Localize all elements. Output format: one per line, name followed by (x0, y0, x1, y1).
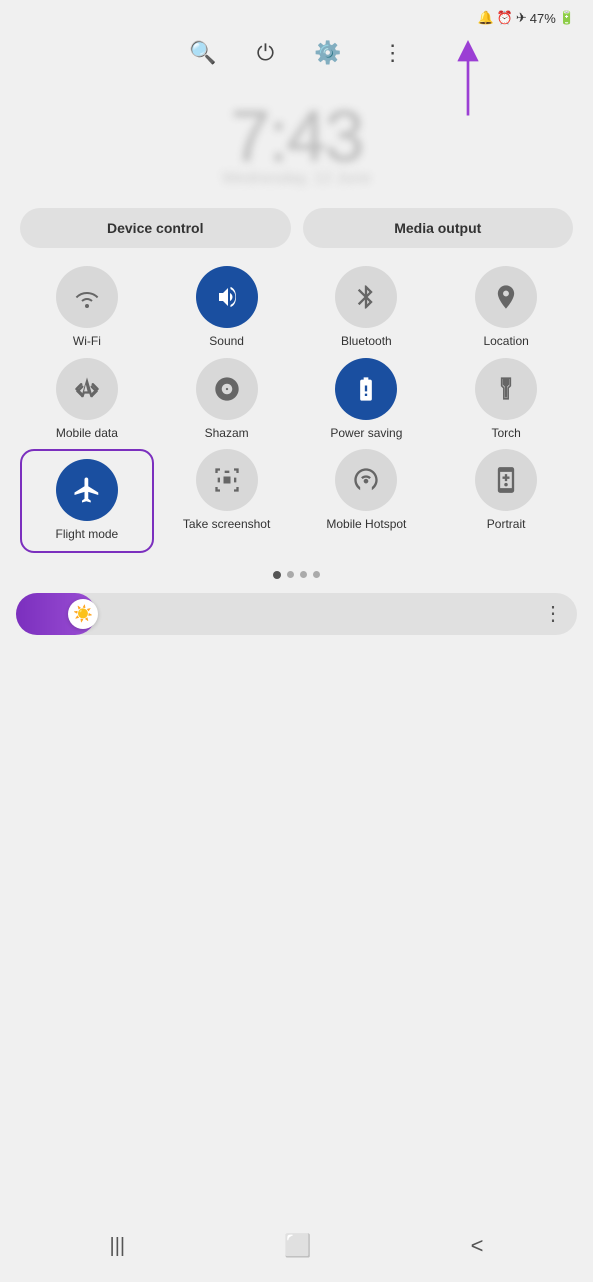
flightmode-label: Flight mode (56, 527, 119, 543)
tile-hotspot[interactable]: Mobile Hotspot (300, 449, 434, 553)
wifi-label: Wi-Fi (73, 334, 101, 350)
shazam-label: Shazam (205, 426, 249, 442)
brightness-menu-icon[interactable]: ⋮ (543, 601, 563, 626)
tile-wifi[interactable]: Wi-Fi (20, 266, 154, 350)
sound-label: Sound (209, 334, 244, 350)
recent-apps-button[interactable]: ||| (110, 1235, 126, 1258)
clock-icon: ⏰ (497, 10, 513, 26)
torch-icon (475, 358, 537, 420)
status-bar: 🔔 ⏰ ✈ 47% 🔋 (0, 0, 593, 26)
media-output-button[interactable]: Media output (303, 208, 574, 248)
screenshot-icon (196, 449, 258, 511)
portrait-icon (475, 449, 537, 511)
airplane-icon: ✈ (516, 10, 527, 26)
mobiledata-label: Mobile data (56, 426, 118, 442)
clock-time: 7:43 (0, 96, 593, 178)
location-icon (475, 266, 537, 328)
tiles-grid: Wi-Fi Sound Bluetooth (16, 266, 577, 553)
shazam-icon (196, 358, 258, 420)
dot-4 (313, 571, 320, 578)
nav-bar: ||| ⬜ < (0, 1210, 593, 1282)
tile-powersaving[interactable]: Power saving (300, 358, 434, 442)
tile-flightmode-wrapper[interactable]: Flight mode (20, 449, 154, 553)
more-options-button[interactable]: ⋮ (382, 40, 404, 66)
flightmode-icon (56, 459, 118, 521)
power-button[interactable]: ⏻ (257, 40, 274, 66)
battery-percent: 47% (530, 11, 556, 26)
hotspot-icon (335, 449, 397, 511)
screenshot-label: Take screenshot (183, 517, 270, 533)
hotspot-label: Mobile Hotspot (326, 517, 406, 533)
portrait-label: Portrait (487, 517, 526, 533)
pagination-dots (16, 571, 577, 579)
battery-icon: 🔋 (559, 10, 575, 26)
sound-icon (196, 266, 258, 328)
top-controls: 🔍 ⏻ ⚙️ ⋮ (0, 30, 593, 76)
tile-sound[interactable]: Sound (160, 266, 294, 350)
back-button[interactable]: < (471, 1233, 484, 1259)
location-label: Location (483, 334, 528, 350)
settings-button[interactable]: ⚙️ (314, 40, 341, 66)
clock-date: Wednesday, 12 June (0, 170, 593, 188)
status-icons: 🔔 ⏰ ✈ 47% 🔋 (478, 10, 576, 26)
search-button[interactable]: 🔍 (189, 40, 216, 66)
home-button[interactable]: ⬜ (284, 1233, 311, 1259)
torch-label: Torch (491, 426, 520, 442)
clock-area: 7:43 Wednesday, 12 June (0, 96, 593, 188)
dot-1 (273, 571, 281, 579)
dot-3 (300, 571, 307, 578)
powersaving-label: Power saving (330, 426, 402, 442)
quick-panel: Device control Media output Wi-Fi Sound (0, 208, 593, 579)
brightness-bar[interactable]: ☀️ ⋮ (16, 593, 577, 635)
tile-mobiledata[interactable]: Mobile data (20, 358, 154, 442)
tile-torch[interactable]: Torch (439, 358, 573, 442)
powersaving-icon (335, 358, 397, 420)
mobiledata-icon (56, 358, 118, 420)
bluetooth-icon (335, 266, 397, 328)
tile-portrait[interactable]: Portrait (439, 449, 573, 553)
wifi-icon (56, 266, 118, 328)
dot-2 (287, 571, 294, 578)
tile-screenshot[interactable]: Take screenshot (160, 449, 294, 553)
panel-top-row: Device control Media output (16, 208, 577, 248)
tile-shazam[interactable]: Shazam (160, 358, 294, 442)
bluetooth-label: Bluetooth (341, 334, 392, 350)
alarm-icon: 🔔 (478, 10, 494, 26)
tile-location[interactable]: Location (439, 266, 573, 350)
tile-bluetooth[interactable]: Bluetooth (300, 266, 434, 350)
brightness-thumb: ☀️ (68, 599, 98, 629)
device-control-button[interactable]: Device control (20, 208, 291, 248)
